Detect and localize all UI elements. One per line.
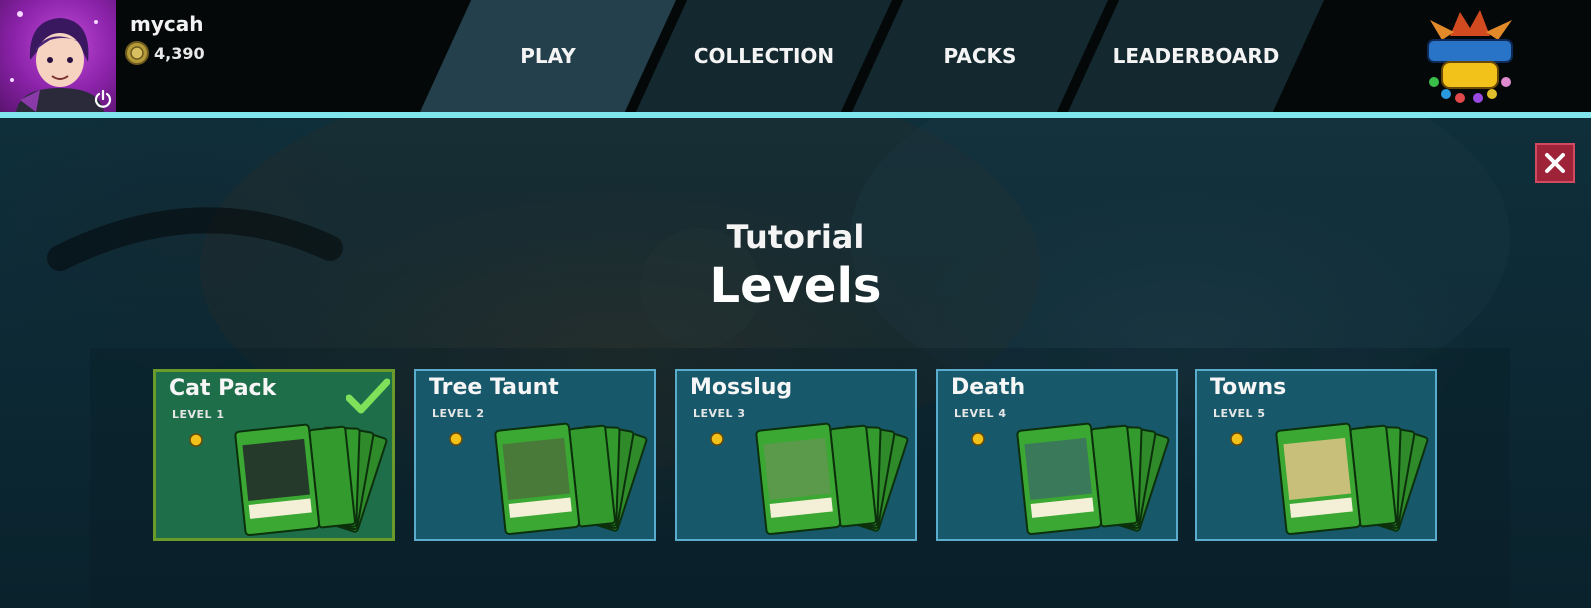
tab-play-label: PLAY	[520, 44, 576, 68]
tab-leaderboard-label: LEADERBOARD	[1112, 44, 1280, 68]
modal-subtitle: Tutorial	[726, 218, 865, 256]
avatar[interactable]	[0, 0, 116, 112]
coin-amount: 4,390	[154, 43, 205, 63]
username: mycah	[130, 12, 204, 36]
level-name: Mosslug	[690, 375, 793, 400]
modal-title: Levels	[709, 258, 882, 314]
level-name: Cat Pack	[169, 376, 277, 401]
level-name: Death	[951, 375, 1026, 400]
level-name: Tree Taunt	[429, 375, 559, 400]
coin-icon	[125, 41, 149, 65]
level-card-towns[interactable]: Towns LEVEL 5	[1195, 369, 1437, 541]
level-card-tree-taunt[interactable]: Tree Taunt LEVEL 2	[414, 369, 656, 541]
level-name: Towns	[1210, 375, 1287, 400]
tab-packs-label: PACKS	[943, 44, 1017, 68]
level-number: LEVEL 2	[432, 407, 485, 420]
level-number: LEVEL 5	[1213, 407, 1266, 420]
level-number: LEVEL 4	[954, 407, 1007, 420]
tab-collection-label: COLLECTION	[693, 44, 835, 68]
level-number: LEVEL 1	[172, 408, 225, 421]
level-number: LEVEL 3	[693, 407, 746, 420]
level-card-death[interactable]: Death LEVEL 4	[936, 369, 1178, 541]
checkmark-icon	[346, 378, 390, 414]
fractal-tcg-logo-icon	[1427, 10, 1513, 103]
close-icon	[1545, 153, 1565, 173]
coin-balance: 4,390	[124, 40, 205, 66]
tab-leaderboard[interactable]: LEADERBOARD	[1068, 0, 1324, 112]
power-icon[interactable]	[92, 88, 114, 110]
top-bar: mycah 4,390 PLAY COLLECTION PACKS LEADER…	[0, 0, 1591, 112]
close-button[interactable]	[1535, 143, 1575, 183]
level-card-cat-pack[interactable]: Cat Pack LEVEL 1	[153, 369, 395, 541]
level-card-mosslug[interactable]: Mosslug LEVEL 3	[675, 369, 917, 541]
header-accent-line	[0, 112, 1591, 118]
